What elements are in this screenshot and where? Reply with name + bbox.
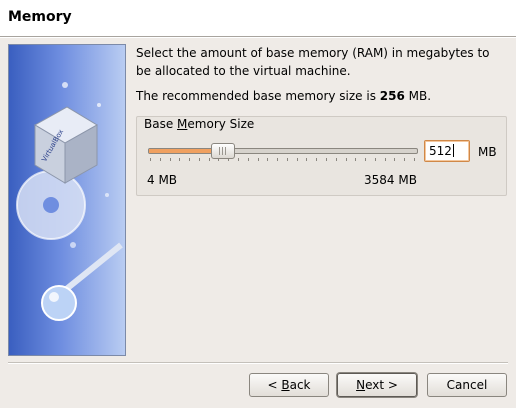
back-button-prefix: < (267, 378, 282, 392)
back-button-mnemonic: B (281, 378, 290, 392)
groupbox-label-mnemonic: M (177, 117, 188, 131)
slider-tick (385, 158, 386, 161)
cancel-button[interactable]: Cancel (427, 373, 507, 397)
groupbox-label: Base Memory Size (144, 117, 254, 131)
recommended-value: 256 (379, 89, 405, 103)
slider-tick (199, 158, 200, 161)
recommended-memory-text: The recommended base memory size is 256 … (136, 89, 508, 103)
text-caret (452, 144, 454, 157)
groupbox-label-start: Base (144, 117, 178, 131)
slider-tick (394, 158, 395, 161)
slider-tick (248, 158, 249, 161)
back-button[interactable]: < Back (249, 373, 329, 397)
slider-tick (297, 158, 298, 161)
slider-tick (277, 158, 278, 161)
slider-tick (316, 158, 317, 161)
slider-tick (160, 158, 161, 161)
slider-tick (414, 158, 415, 161)
thumb-grip-line (222, 147, 224, 155)
slider-tick (218, 158, 219, 161)
header-divider-highlight (0, 37, 516, 38)
thumb-grip-line (219, 147, 221, 155)
slider-tick (404, 158, 405, 161)
back-button-rest: ack (289, 378, 311, 392)
slider-tick (189, 158, 190, 161)
slider-tick (287, 158, 288, 161)
memory-slider-thumb[interactable] (211, 143, 236, 159)
slider-tick (375, 158, 376, 161)
slider-tick (258, 158, 259, 161)
slider-tick (306, 158, 307, 161)
slider-max-label: 3584 MB (364, 173, 417, 187)
slider-tick (365, 158, 366, 161)
next-button-mnemonic: N (356, 378, 366, 392)
slider-tick (326, 158, 327, 161)
recommend-prefix: The recommended base memory size is (136, 89, 380, 103)
memory-slider-track[interactable] (148, 148, 418, 154)
slider-tick (209, 158, 210, 161)
next-button[interactable]: Next > (337, 373, 417, 397)
slider-tick (228, 158, 229, 161)
memory-size-input[interactable]: 512 (424, 140, 470, 162)
groupbox-label-end: emory Size (187, 117, 255, 131)
slider-tick (346, 158, 347, 161)
slider-min-label: 4 MB (147, 173, 178, 187)
memory-size-value: 512 (429, 144, 452, 158)
thumb-grip-line (225, 147, 227, 155)
wizard-header: Memory (0, 0, 516, 36)
memory-slider-fill (149, 149, 213, 153)
slider-tick (238, 158, 239, 161)
slider-tick (179, 158, 180, 161)
recommend-suffix: MB. (404, 89, 432, 103)
slider-ticks (150, 158, 416, 162)
page-title: Memory (8, 9, 72, 25)
memory-unit-label: MB (478, 145, 497, 159)
slider-tick (150, 158, 151, 161)
slider-tick (170, 158, 171, 161)
virtualbox-banner-image: VirtualBox (8, 44, 126, 356)
next-button-rest: ext > (365, 378, 398, 392)
slider-tick (267, 158, 268, 161)
slider-tick (336, 158, 337, 161)
slider-tick (355, 158, 356, 161)
description-text: Select the amount of base memory (RAM) i… (136, 46, 490, 78)
virtualbox-logo-illustration: VirtualBox (16, 82, 123, 321)
footer-divider-highlight (8, 363, 508, 364)
